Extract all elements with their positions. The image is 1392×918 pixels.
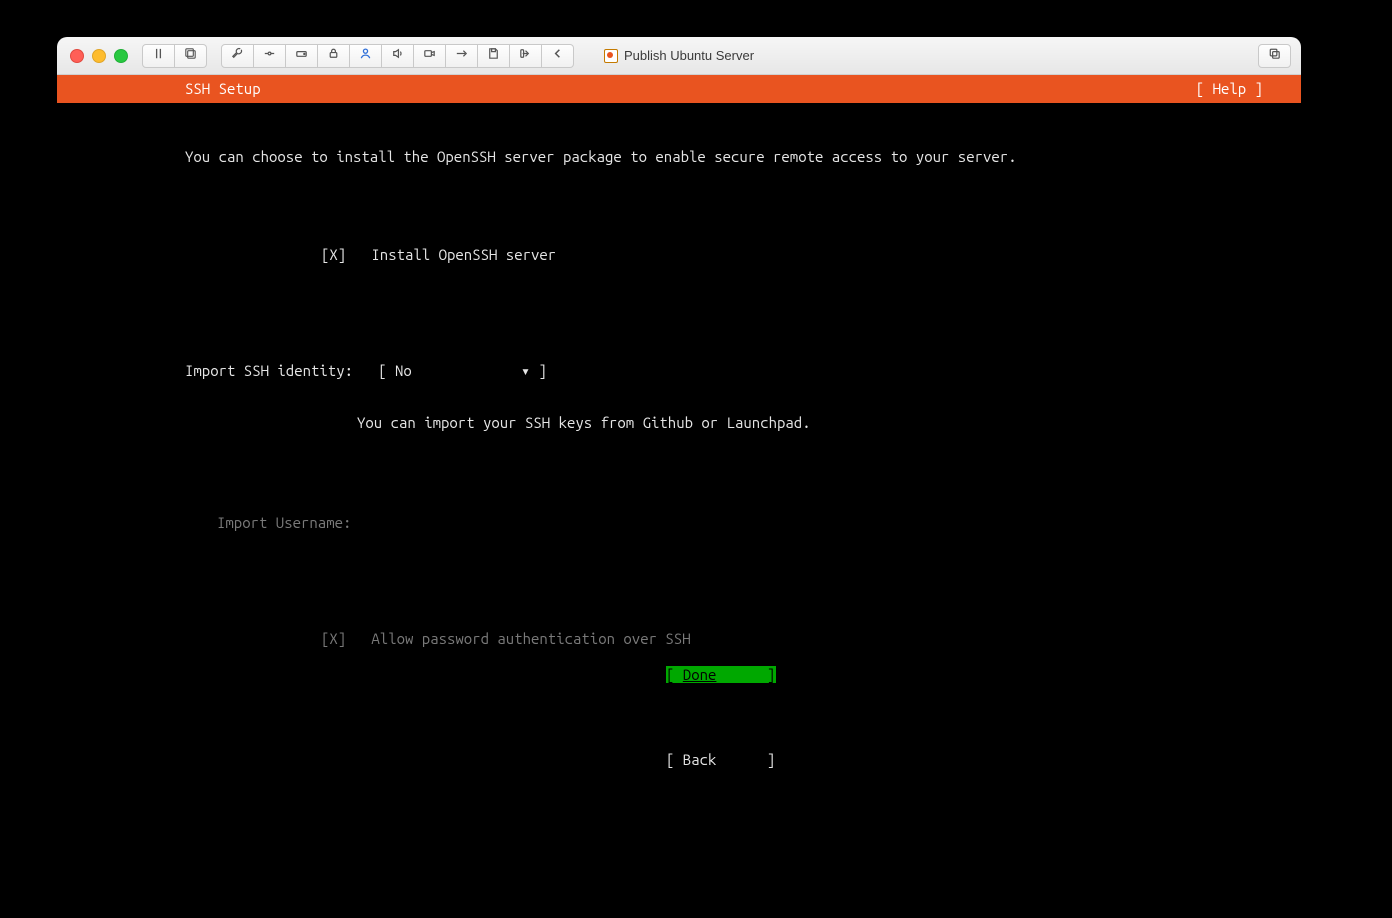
camera-button[interactable] (414, 44, 446, 68)
toolbar-group-right (1258, 44, 1291, 68)
installer-body: You can choose to install the OpenSSH se… (57, 103, 1301, 823)
import-username-row: Import Username: (57, 514, 1301, 532)
import-hint-text: You can import your SSH keys from Github… (357, 414, 811, 431)
back-button[interactable]: [ Back ] (666, 751, 776, 768)
import-hint-row: You can import your SSH keys from Github… (57, 414, 1301, 432)
vm-icon (604, 49, 618, 63)
install-openssh-checkbox[interactable]: [X] (321, 246, 346, 263)
pause-button[interactable] (142, 44, 175, 68)
footer-buttons: [ Done ] [ Back ] (57, 615, 1301, 819)
import-identity-select[interactable]: [ No ▾ ] (378, 362, 547, 379)
titlebar: Publish Ubuntu Server (57, 37, 1301, 75)
import-username-label: Import Username: (217, 514, 351, 531)
speaker-icon (390, 46, 405, 66)
back-button-label: Back (683, 751, 717, 768)
hard-drive-icon (294, 46, 309, 66)
network-icon (262, 46, 277, 66)
chevron-left-icon (550, 46, 565, 66)
installer-console: SSH Setup [ Help ] You can choose to ins… (57, 75, 1301, 823)
camera-icon (422, 46, 437, 66)
window-controls (70, 49, 128, 63)
stack-icon (183, 46, 198, 66)
pause-icon (151, 46, 166, 66)
snapshot-button[interactable] (175, 44, 207, 68)
lock-icon (326, 46, 341, 66)
close-window-button[interactable] (70, 49, 84, 63)
settings-button[interactable] (221, 44, 254, 68)
share-button[interactable] (510, 44, 542, 68)
fullscreen-icon (1267, 46, 1282, 66)
save-button[interactable] (478, 44, 510, 68)
done-button-label: Done (683, 666, 717, 683)
minimize-window-button[interactable] (92, 49, 106, 63)
import-identity-value: No (395, 362, 412, 379)
installer-header: SSH Setup [ Help ] (57, 75, 1301, 103)
import-identity-label: Import SSH identity: (185, 362, 353, 379)
usb-button[interactable] (446, 44, 478, 68)
fullscreen-button[interactable] (1258, 44, 1291, 68)
toolbar-group-devices (221, 44, 574, 68)
zoom-window-button[interactable] (114, 49, 128, 63)
floppy-icon (486, 46, 501, 66)
header-title: SSH Setup (185, 75, 261, 103)
spacer (57, 566, 1301, 596)
chevron-down-icon: ▾ (521, 362, 530, 379)
collapse-toolbar-button[interactable] (542, 44, 574, 68)
network-button[interactable] (254, 44, 286, 68)
toolbar-group-left (142, 44, 207, 68)
spacer (57, 200, 1301, 212)
user-icon (358, 46, 373, 66)
wrench-icon (230, 46, 245, 66)
lock-button[interactable] (318, 44, 350, 68)
spacer (57, 298, 1301, 328)
install-openssh-row: [X] Install OpenSSH server (57, 246, 1301, 264)
vm-window: Publish Ubuntu Server SSH Setup [ Help ]… (57, 37, 1301, 823)
help-button[interactable]: [ Help ] (1196, 75, 1263, 103)
window-title-text: Publish Ubuntu Server (624, 48, 754, 63)
user-button[interactable] (350, 44, 382, 68)
share-icon (518, 46, 533, 66)
drive-button[interactable] (286, 44, 318, 68)
spacer (57, 466, 1301, 480)
import-identity-row: Import SSH identity: [ No ▾ ] (57, 362, 1301, 380)
usb-icon (454, 46, 469, 66)
sound-button[interactable] (382, 44, 414, 68)
done-button[interactable]: [ Done ] (666, 666, 776, 683)
install-openssh-label: Install OpenSSH server (371, 246, 556, 263)
intro-text: You can choose to install the OpenSSH se… (57, 148, 1301, 166)
